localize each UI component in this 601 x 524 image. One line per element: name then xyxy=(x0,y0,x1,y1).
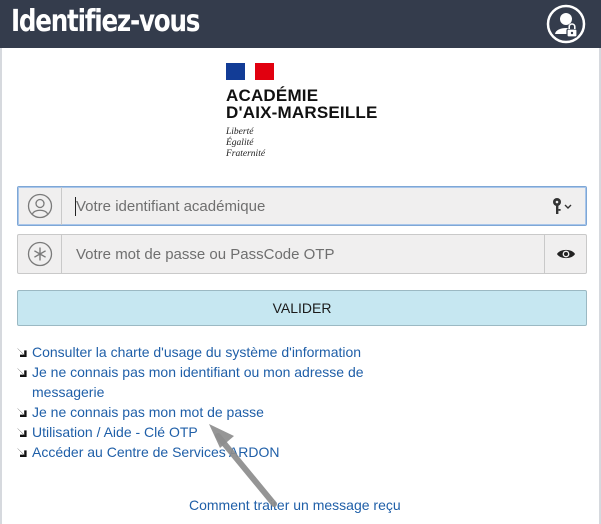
arrow-down-right-icon xyxy=(17,407,27,417)
republique-flag xyxy=(226,63,274,80)
motto-liberte: Liberté xyxy=(226,127,254,137)
password-input[interactable] xyxy=(63,235,523,273)
eye-icon xyxy=(556,249,575,259)
link-identifiant-oublie-label: Je ne connais pas mon identifiant ou mon… xyxy=(32,364,364,400)
page-header: Identifiez-vous xyxy=(0,0,601,48)
link-charte-label: Consulter la charte d'usage du système d… xyxy=(32,344,362,360)
link-aide-otp-label: Utilisation / Aide - Clé OTP xyxy=(32,424,198,440)
academie-logo: ACADÉMIE D'AIX-MARSEILLE Liberté Égalité… xyxy=(226,63,378,160)
asterisk-icon xyxy=(27,241,52,267)
link-mot-de-passe-oublie-label: Je ne connais pas mon mot de passe xyxy=(32,404,264,420)
user-icon xyxy=(27,193,52,219)
link-charte[interactable]: Consulter la charte d'usage du système d… xyxy=(17,342,377,362)
logo-name-line1: ACADÉMIE xyxy=(226,86,319,105)
page-title: Identifiez-vous xyxy=(11,4,200,39)
arrow-down-right-icon xyxy=(17,447,27,457)
help-links: Consulter la charte d'usage du système d… xyxy=(17,342,377,462)
link-centre-services-label: Accéder au Centre de Services ARDON xyxy=(32,444,280,460)
password-field xyxy=(17,234,587,274)
link-mot-de-passe-oublie[interactable]: Je ne connais pas mon mot de passe xyxy=(17,402,377,422)
lock-user-icon[interactable] xyxy=(546,4,586,44)
motto-fraternite: Fraternité xyxy=(226,149,266,159)
key-dropdown-button[interactable] xyxy=(550,195,576,217)
submit-button[interactable]: VALIDER xyxy=(17,290,587,326)
arrow-down-right-icon xyxy=(17,347,27,357)
frame-border-left xyxy=(0,48,2,524)
arrow-down-right-icon xyxy=(17,367,27,377)
link-aide-otp[interactable]: Utilisation / Aide - Clé OTP xyxy=(17,422,377,442)
logo-name-line2: D'AIX-MARSEILLE xyxy=(226,103,378,122)
show-password-button[interactable] xyxy=(544,235,586,273)
message-help-link[interactable]: Comment traiter un message reçu xyxy=(189,495,401,515)
username-field xyxy=(17,186,587,226)
user-icon-addon xyxy=(18,187,62,225)
asterisk-icon-addon xyxy=(18,235,62,273)
link-identifiant-oublie[interactable]: Je ne connais pas mon identifiant ou mon… xyxy=(17,362,377,402)
link-centre-services[interactable]: Accéder au Centre de Services ARDON xyxy=(17,442,377,462)
text-caret xyxy=(75,197,76,216)
username-input[interactable] xyxy=(63,187,543,225)
key-icon xyxy=(553,198,572,214)
arrow-down-right-icon xyxy=(17,427,27,437)
motto-egalite: Égalité xyxy=(226,138,254,148)
